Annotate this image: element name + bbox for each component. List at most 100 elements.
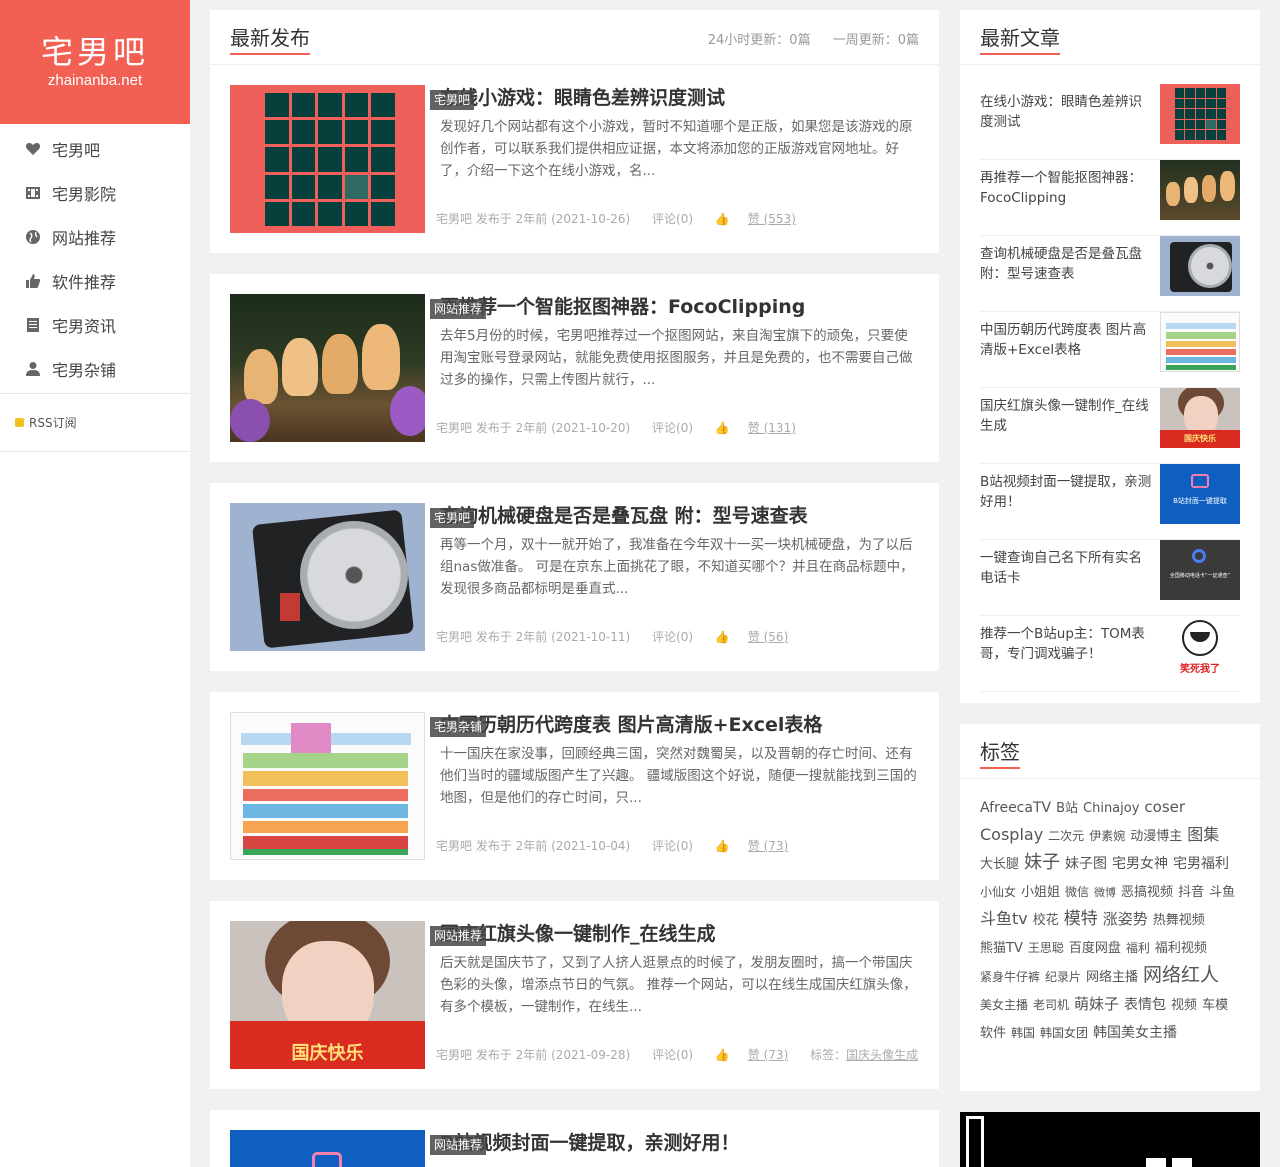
tag-link[interactable]: 恶搞视频: [1121, 880, 1173, 906]
post-category[interactable]: 网站推荐: [430, 299, 487, 319]
tag-link[interactable]: 美女主播: [980, 992, 1028, 1018]
latest-item-thumb[interactable]: 国庆快乐: [1160, 388, 1240, 448]
tag-link[interactable]: 紧身牛仔裤: [980, 964, 1040, 990]
latest-item[interactable]: 查询机械硬盘是否是叠瓦盘 附：型号速查表: [980, 236, 1240, 312]
site-logo[interactable]: 宅男吧 zhainanba.net: [0, 0, 190, 124]
tag-link[interactable]: 纪录片: [1045, 964, 1081, 990]
latest-item[interactable]: 一键查询自己名下所有实名电话卡 全国移动电话卡“一证通查”: [980, 540, 1240, 616]
post-likes[interactable]: 赞 (73): [748, 839, 788, 853]
nav-item-cinema[interactable]: 宅男影院: [0, 171, 190, 215]
tag-link[interactable]: 小姐姐: [1021, 880, 1060, 906]
tag-link[interactable]: 图集: [1187, 822, 1219, 848]
latest-item-thumb[interactable]: 笑死我了: [1160, 616, 1240, 676]
tag-link[interactable]: 韩国: [1011, 1020, 1035, 1046]
latest-item-title[interactable]: 在线小游戏：眼睛色差辨识度测试: [980, 92, 1152, 132]
tag-link[interactable]: 车模: [1202, 993, 1228, 1019]
nav-item-misc[interactable]: 宅男杂铺: [0, 347, 190, 391]
tag-link[interactable]: 视频: [1171, 993, 1197, 1019]
post-likes[interactable]: 赞 (131): [748, 421, 796, 435]
post-thumbnail[interactable]: [230, 712, 425, 860]
post-likes[interactable]: 赞 (56): [748, 630, 788, 644]
tag-link[interactable]: 妹子: [1024, 850, 1060, 876]
tag-link[interactable]: 妹子图: [1065, 851, 1107, 877]
tag-link[interactable]: 表情包: [1124, 992, 1166, 1018]
post-thumbnail[interactable]: [230, 85, 425, 233]
post-title[interactable]: 在线小游戏：眼睛色差辨识度测试: [440, 86, 725, 110]
tag-link[interactable]: 校花: [1033, 908, 1059, 934]
tag-link[interactable]: 韩国女团: [1040, 1020, 1088, 1046]
latest-item[interactable]: 在线小游戏：眼睛色差辨识度测试: [980, 84, 1240, 160]
post-comments[interactable]: 评论(0): [652, 630, 693, 644]
tag-link[interactable]: 斗鱼tv: [980, 906, 1028, 932]
tag-link[interactable]: 百度网盘: [1069, 936, 1121, 962]
post-title[interactable]: 查询机械硬盘是否是叠瓦盘 附：型号速查表: [440, 504, 808, 528]
latest-item-thumb[interactable]: B站封面一键提取: [1160, 464, 1240, 524]
latest-item-thumb[interactable]: [1160, 236, 1240, 296]
tag-link[interactable]: 二次元: [1048, 823, 1084, 849]
tag-link[interactable]: 韩国美女主播: [1093, 1020, 1177, 1046]
tag-link[interactable]: B站: [1056, 796, 1078, 822]
tag-link[interactable]: 抖音: [1178, 880, 1204, 906]
post-thumbnail[interactable]: [230, 503, 425, 651]
post-comments[interactable]: 评论(0): [652, 1048, 693, 1062]
post-category[interactable]: 宅男吧: [430, 508, 475, 528]
tag-link[interactable]: Chinajoy: [1083, 796, 1139, 822]
tag-link[interactable]: 王思聪: [1028, 935, 1064, 961]
post-comments[interactable]: 评论(0): [652, 421, 693, 435]
nav-item-sites[interactable]: 网站推荐: [0, 215, 190, 259]
tag-link[interactable]: 老司机: [1033, 992, 1069, 1018]
tag-link[interactable]: 小仙女: [980, 879, 1016, 905]
tag-link[interactable]: 微博: [1094, 880, 1116, 906]
latest-item-title[interactable]: 一键查询自己名下所有实名电话卡: [980, 548, 1152, 588]
latest-item-title[interactable]: 查询机械硬盘是否是叠瓦盘 附：型号速查表: [980, 244, 1152, 284]
post-category[interactable]: 宅男吧: [430, 90, 475, 110]
tag-link[interactable]: 宅男女神: [1112, 851, 1168, 877]
post-category[interactable]: 宅男杂铺: [430, 717, 487, 737]
tag-link[interactable]: 伊素婉: [1089, 823, 1125, 849]
post-likes[interactable]: 赞 (553): [748, 212, 796, 226]
post-thumbnail[interactable]: 国庆快乐: [230, 921, 425, 1069]
post-title[interactable]: 中国历朝历代跨度表 图片高清版+Excel表格: [440, 713, 822, 737]
nav-item-software[interactable]: 软件推荐: [0, 259, 190, 303]
latest-item[interactable]: 再推荐一个智能抠图神器：FocoClipping: [980, 160, 1240, 236]
tag-link[interactable]: 熊猫TV: [980, 936, 1023, 962]
tag-link[interactable]: 福利视频: [1155, 936, 1207, 962]
latest-item-title[interactable]: 中国历朝历代跨度表 图片高清版+Excel表格: [980, 320, 1152, 360]
post-tag-link[interactable]: 国庆头像生成: [846, 1048, 918, 1062]
post-title[interactable]: 再推荐一个智能抠图神器：FocoClipping: [440, 295, 805, 319]
tag-link[interactable]: 斗鱼: [1209, 880, 1235, 906]
tag-link[interactable]: 涨姿势: [1103, 906, 1148, 932]
tag-link[interactable]: 微信: [1065, 879, 1089, 905]
latest-item[interactable]: 推荐一个B站up主：TOM表哥，专门调戏骗子！ 笑死我了: [980, 616, 1240, 692]
tag-link[interactable]: 热舞视频: [1153, 908, 1205, 934]
tag-link[interactable]: 网络主播: [1086, 965, 1138, 991]
post-category[interactable]: 网站推荐: [430, 1135, 487, 1155]
rss-link[interactable]: RSS订阅: [0, 394, 190, 452]
latest-item-thumb[interactable]: [1160, 160, 1240, 220]
tag-link[interactable]: 大长腿: [980, 852, 1019, 878]
post-likes[interactable]: 赞 (73): [748, 1048, 788, 1062]
post-category[interactable]: 网站推荐: [430, 926, 487, 946]
latest-item[interactable]: 国庆红旗头像一键制作_在线生成 国庆快乐: [980, 388, 1240, 464]
nav-item-home[interactable]: 宅男吧: [0, 127, 190, 171]
tag-link[interactable]: 萌妹子: [1074, 991, 1119, 1017]
latest-item-title[interactable]: B站视频封面一键提取，亲测好用！: [980, 472, 1152, 512]
latest-item[interactable]: B站视频封面一键提取，亲测好用！ B站封面一键提取: [980, 464, 1240, 540]
post-thumbnail[interactable]: [230, 1130, 425, 1167]
tag-link[interactable]: coser: [1144, 794, 1185, 820]
tag-link[interactable]: Cosplay: [980, 822, 1043, 848]
latest-item-thumb[interactable]: 全国移动电话卡“一证通查”: [1160, 540, 1240, 600]
tag-link[interactable]: 动漫博主: [1130, 824, 1182, 850]
tag-link[interactable]: 软件: [980, 1021, 1006, 1047]
post-comments[interactable]: 评论(0): [652, 839, 693, 853]
latest-item-title[interactable]: 推荐一个B站up主：TOM表哥，专门调戏骗子！: [980, 624, 1152, 664]
latest-item[interactable]: 中国历朝历代跨度表 图片高清版+Excel表格: [980, 312, 1240, 388]
post-comments[interactable]: 评论(0): [652, 212, 693, 226]
latest-item-thumb[interactable]: [1160, 312, 1240, 372]
latest-item-title[interactable]: 国庆红旗头像一键制作_在线生成: [980, 396, 1152, 436]
nav-item-news[interactable]: 宅男资讯: [0, 303, 190, 347]
latest-item-title[interactable]: 再推荐一个智能抠图神器：FocoClipping: [980, 168, 1152, 208]
post-thumbnail[interactable]: [230, 294, 425, 442]
tag-link[interactable]: 宅男福利: [1173, 851, 1229, 877]
tag-link[interactable]: 模特: [1064, 906, 1098, 932]
